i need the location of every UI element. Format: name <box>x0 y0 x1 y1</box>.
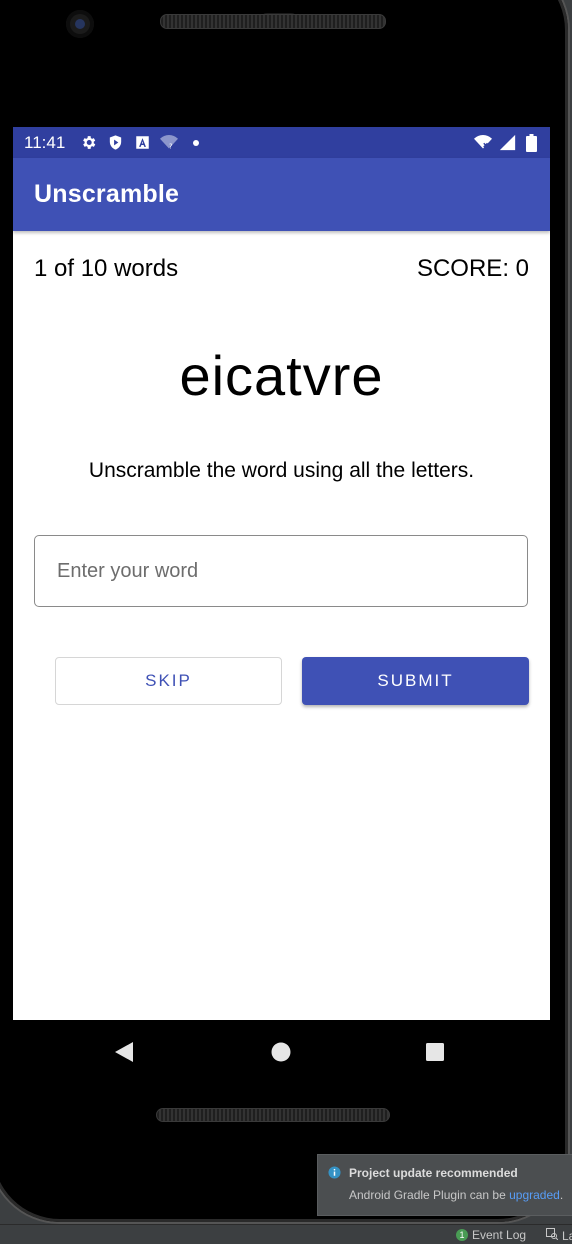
ide-status-bar: 1 Event Log La <box>0 1224 572 1244</box>
battery-icon <box>522 133 540 152</box>
back-icon[interactable] <box>113 1040 135 1064</box>
layout-inspector-button[interactable]: La <box>546 1228 572 1243</box>
instructions-text: Unscramble the word using all the letter… <box>88 459 475 482</box>
navigation-bar <box>13 1020 550 1084</box>
layout-inspector-label: La <box>562 1228 572 1243</box>
word-count-text: 1 of 10 words <box>34 255 179 282</box>
submit-button[interactable]: SUBMIT <box>302 657 529 705</box>
status-time: 11:41 <box>24 132 66 152</box>
event-log-button[interactable]: 1 Event Log <box>456 1228 526 1242</box>
dot-icon <box>187 134 205 152</box>
home-icon[interactable] <box>270 1041 292 1063</box>
event-log-badge: 1 <box>456 1229 468 1241</box>
device-screen: 11:41 ? Unscramble 1 of 10 words SCORE: … <box>13 127 550 1020</box>
recents-icon[interactable] <box>425 1042 445 1062</box>
event-log-label: Event Log <box>472 1228 527 1242</box>
svg-text:?: ? <box>169 143 173 151</box>
notification-body-text: Android Gradle Plugin can be <box>349 1188 510 1202</box>
layout-inspector-icon <box>546 1228 559 1243</box>
a-box-icon <box>133 134 151 152</box>
front-camera <box>66 10 94 38</box>
ide-notification[interactable]: Project update recommended Android Gradl… <box>317 1154 572 1216</box>
notification-body-suffix: . <box>559 1188 564 1202</box>
top-speaker-grille <box>160 14 386 29</box>
wifi-x-icon <box>474 134 492 152</box>
scrambled-word: eicatvre <box>179 344 384 407</box>
game-header: 1 of 10 words SCORE: 0 <box>34 255 529 283</box>
word-input[interactable] <box>55 558 527 584</box>
upgrade-link[interactable]: upgraded <box>509 1188 560 1202</box>
wifi-question-icon: ? <box>160 134 179 152</box>
cell-signal-icon <box>498 134 516 152</box>
score-text: SCORE: 0 <box>416 255 529 282</box>
skip-button[interactable]: SKIP <box>55 657 282 705</box>
notification-title: Project update recommended <box>349 1166 518 1180</box>
bottom-speaker-grille <box>156 1108 390 1122</box>
shield-play-icon <box>106 134 124 152</box>
gear-icon <box>79 134 97 152</box>
app-title: Unscramble <box>34 180 180 208</box>
notification-body: Android Gradle Plugin can be upgraded. <box>349 1188 563 1202</box>
app-bar: Unscramble <box>13 158 550 231</box>
info-icon <box>328 1166 341 1182</box>
word-input-field[interactable] <box>34 535 528 607</box>
status-bar: 11:41 ? <box>13 127 550 158</box>
